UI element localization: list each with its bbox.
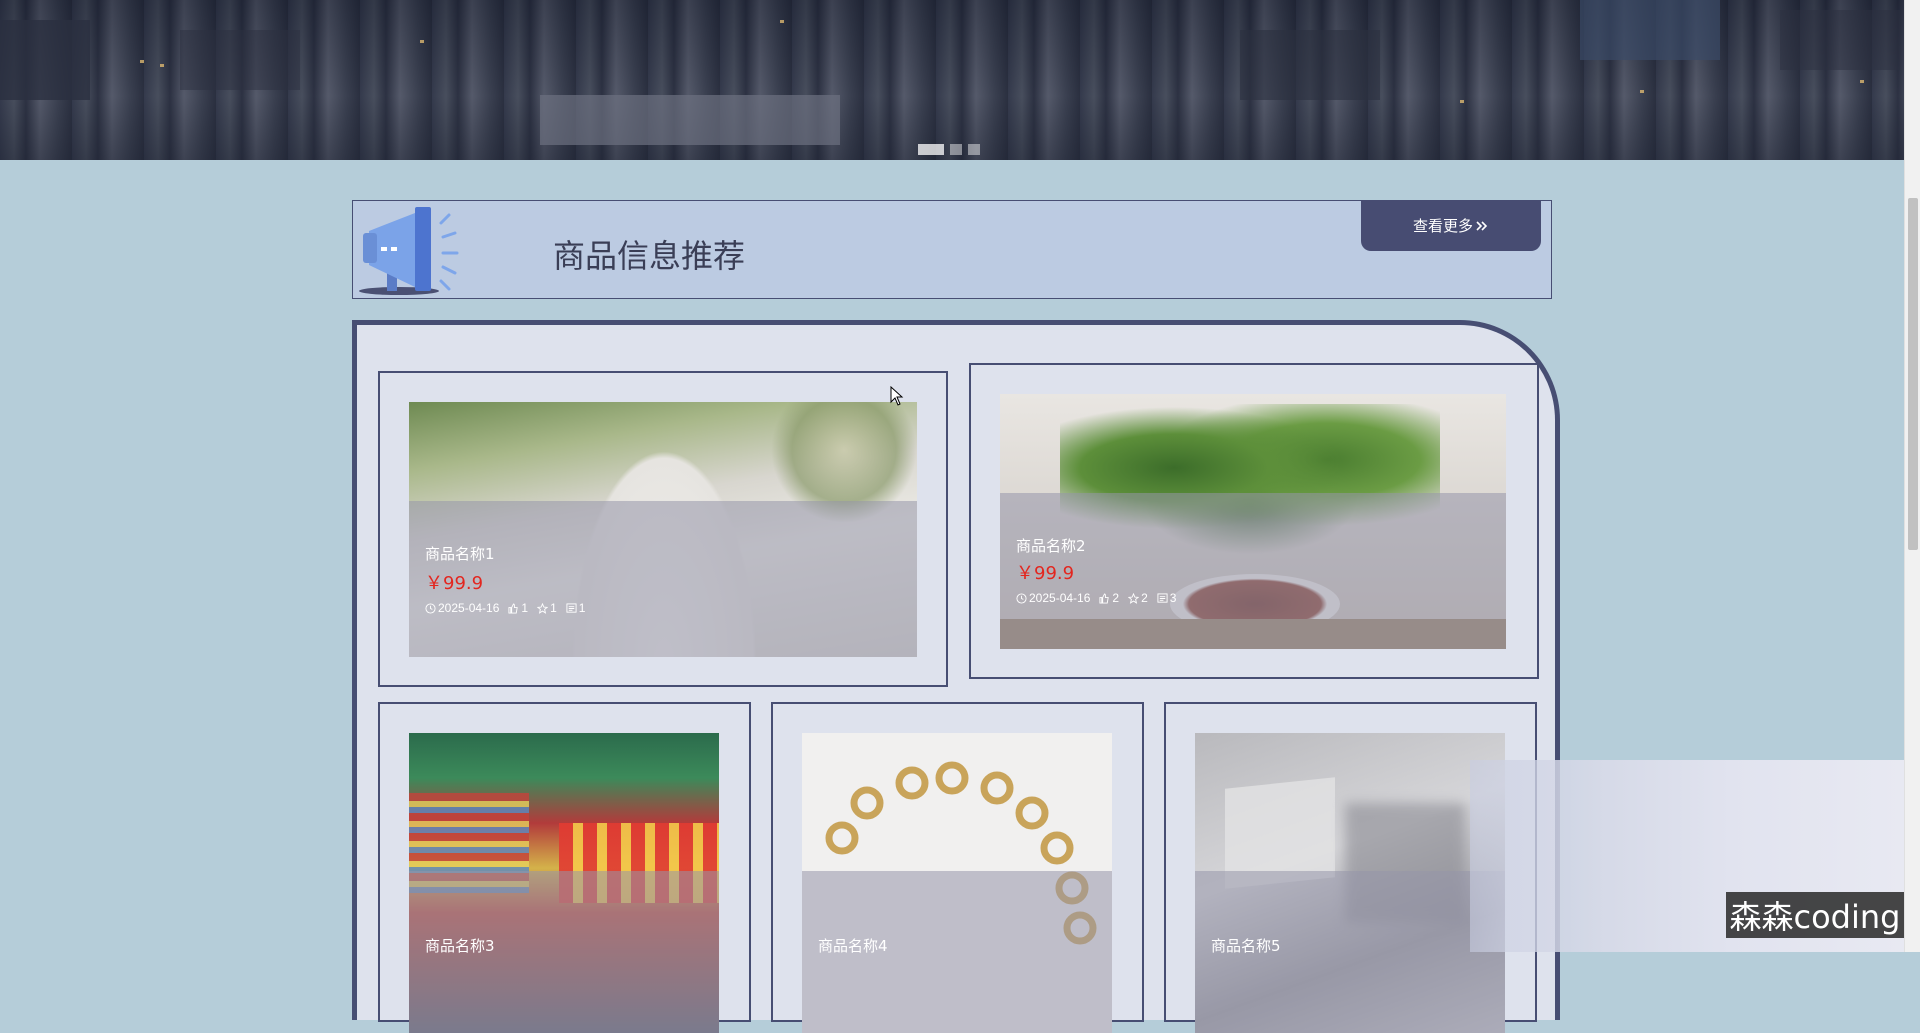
product-image[interactable]: 商品名称4 — [802, 733, 1112, 1033]
product-image[interactable]: 商品名称2 ￥99.9 2025-04-16 2 2 3 — [1000, 394, 1506, 649]
product-price: ￥99.9 — [425, 573, 484, 594]
watermark: 森森coding — [1726, 892, 1904, 938]
thumbs-up-icon — [1099, 592, 1110, 604]
product-meta: 2025-04-16 1 1 1 — [425, 601, 585, 615]
product-comments: 1 — [578, 601, 586, 615]
hero-banner[interactable] — [0, 0, 1904, 160]
carousel-dot[interactable] — [950, 144, 962, 155]
product-name: 商品名称1 — [425, 545, 495, 563]
star-icon — [537, 602, 549, 614]
comment-icon — [566, 602, 577, 613]
scrollbar-thumb[interactable] — [1908, 198, 1918, 550]
thumbs-up-icon — [508, 602, 519, 614]
clock-icon — [425, 602, 436, 614]
product-card[interactable]: 商品名称2 ￥99.9 2025-04-16 2 2 3 — [969, 363, 1539, 679]
carousel-dot[interactable] — [918, 144, 944, 155]
product-date: 2025-04-16 — [438, 601, 500, 615]
product-meta: 2025-04-16 2 2 3 — [1016, 591, 1176, 605]
product-favorites: 2 — [1141, 591, 1148, 605]
product-panel: 商品名称1 ￥99.9 2025-04-16 1 1 1 商品名称2 ￥99.9… — [352, 320, 1560, 1033]
section-title: 商品信息推荐 — [553, 237, 746, 275]
product-image[interactable]: 商品名称1 ￥99.9 2025-04-16 1 1 1 — [409, 402, 917, 657]
product-card[interactable]: 商品名称4 — [771, 702, 1144, 1033]
product-comments: 3 — [1169, 591, 1177, 605]
mouse-cursor-icon — [890, 386, 904, 406]
carousel-indicators[interactable] — [918, 144, 980, 155]
star-icon — [1128, 592, 1140, 604]
clock-icon — [1016, 592, 1027, 604]
product-name: 商品名称2 — [1016, 537, 1086, 555]
product-card[interactable]: 商品名称3 — [378, 702, 751, 1033]
megaphone-icon — [359, 207, 459, 295]
product-price: ￥99.9 — [1016, 563, 1075, 584]
view-more-label: 查看更多 — [1412, 218, 1473, 235]
product-name: 商品名称4 — [818, 937, 888, 955]
product-likes: 2 — [1112, 591, 1120, 605]
product-image[interactable]: 商品名称3 — [409, 733, 719, 1033]
carousel-dot[interactable] — [968, 144, 980, 155]
product-likes: 1 — [521, 601, 529, 615]
section-header: 商品信息推荐 查看更多 — [352, 200, 1552, 299]
product-name: 商品名称5 — [1211, 937, 1281, 955]
view-more-button[interactable]: 查看更多 — [1361, 200, 1541, 251]
product-card[interactable]: 商品名称1 ￥99.9 2025-04-16 1 1 1 — [378, 371, 948, 687]
product-image[interactable]: 商品名称5 — [1195, 733, 1505, 1033]
product-date: 2025-04-16 — [1029, 591, 1091, 605]
page-scrollbar[interactable] — [1904, 0, 1920, 952]
product-favorites: 1 — [550, 601, 557, 615]
comment-icon — [1157, 592, 1168, 603]
product-name: 商品名称3 — [425, 937, 495, 955]
double-chevron-right-icon — [1476, 220, 1488, 231]
